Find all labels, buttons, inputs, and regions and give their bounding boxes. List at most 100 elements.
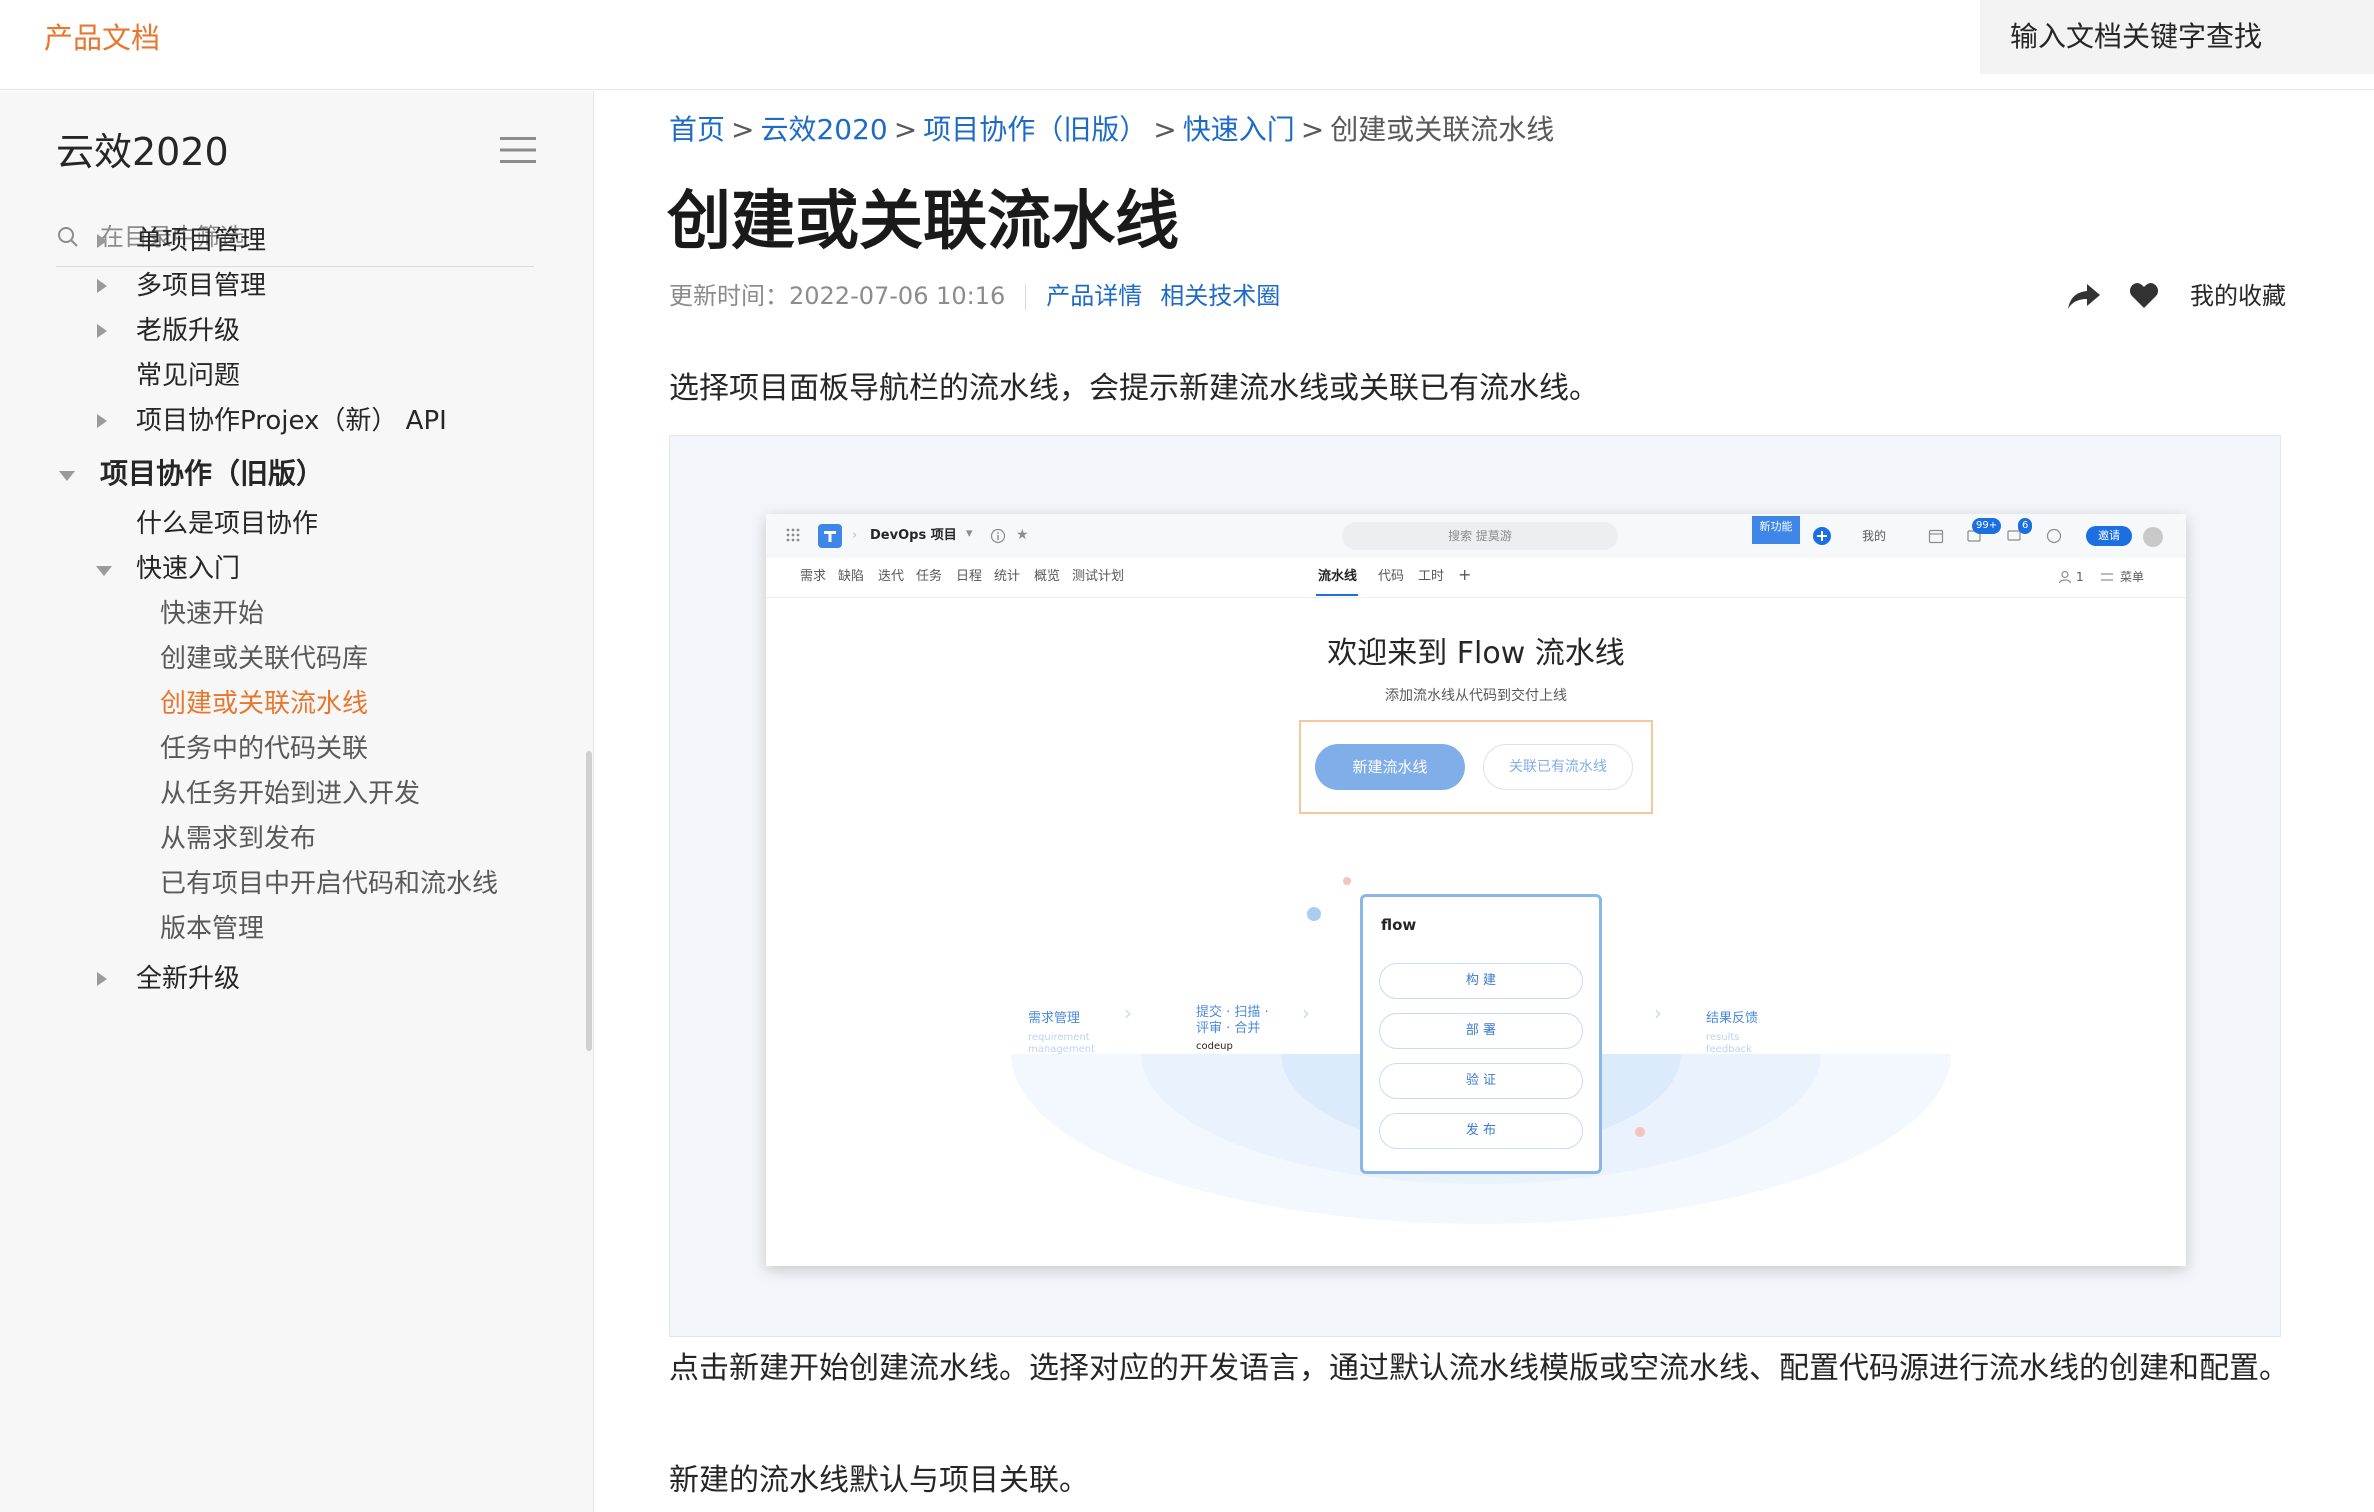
add-tab-icon: + [1458,565,1472,584]
search-icon [58,227,78,247]
breadcrumb-home[interactable]: 首页 [669,113,725,146]
doc-search-input[interactable]: 输入文档关键字查找 [1980,0,2374,74]
sidebar-item-what-is[interactable]: 什么是项目协作 [136,507,318,541]
breadcrumb-project-legacy[interactable]: 项目协作（旧版） [923,113,1147,146]
requirement-label: 需求管理 [1028,1011,1081,1026]
dot-decoration [1343,877,1351,885]
tab-schedule: 日程 [956,569,983,584]
flow-step-verify: 验 证 [1379,1063,1583,1099]
new-pipeline-button: 新建流水线 [1315,744,1465,790]
sidebar-item-enable-code-pipeline[interactable]: 已有项目中开启代码和流水线 [160,867,498,901]
codeup-logo: codeup [1196,1041,1233,1052]
sidebar-item-task-to-dev[interactable]: 从任务开始到进入开发 [160,777,420,811]
flow-logo: flow [1381,916,1417,934]
screenshot-app-window: › DevOps 项目 ▾ ★ 搜索 提莫游 新功能 我的 99+ 6 邀请 需… [766,514,2186,1266]
dot-decoration [1307,907,1321,921]
tab-tasks: 任务 [916,569,943,584]
flow-card: flow 构 建 部 署 验 证 发 布 [1360,894,1602,1174]
new-feature-flag: 新功能 [1752,516,1800,544]
caret-right-icon [97,414,107,428]
chevron-down-icon: ▾ [966,526,973,541]
flow-step-release: 发 布 [1379,1113,1583,1149]
my-favorites-button[interactable]: 我的收藏 [2190,279,2286,313]
help-icon [2046,528,2062,544]
breadcrumb-sep: > [1153,113,1177,146]
dot-decoration [1635,1127,1645,1137]
brand-link[interactable]: 产品文档 [44,20,160,56]
sidebar-scrollbar[interactable] [586,751,592,1051]
project-logo-icon [818,524,842,548]
article-screenshot: › DevOps 项目 ▾ ★ 搜索 提莫游 新功能 我的 99+ 6 邀请 需… [669,435,2281,1337]
sidebar-item-quickstart[interactable]: 快速开始 [160,597,264,631]
active-tab-underline [1316,594,1358,596]
tab-pipeline: 流水线 [1318,569,1358,584]
chevron-right-icon: › [1654,1001,1662,1025]
updated-time: 更新时间：2022-07-06 10:16 [669,282,1006,310]
sidebar-item-req-to-release[interactable]: 从需求到发布 [160,822,316,856]
message-badge: 6 [2018,518,2033,534]
chevron-right-icon: › [1302,1001,1310,1025]
caret-right-icon [97,234,107,248]
breadcrumb-sep: > [731,113,755,146]
sidebar-item-new-upgrade[interactable]: 全新升级 [136,962,240,996]
member-count: 1 [2076,570,2084,584]
caret-right-icon [97,279,107,293]
sidebar-item-version[interactable]: 版本管理 [160,912,264,946]
invite-button: 邀请 [2086,526,2132,546]
sidebar-item-quickstart-group[interactable]: 快速入门 [136,552,240,586]
sidebar-item-task-code[interactable]: 任务中的代码关联 [160,732,368,766]
breadcrumb-current: 创建或关联流水线 [1330,113,1555,146]
flow-step-build: 构 建 [1379,963,1583,999]
add-circle-icon [1813,527,1831,545]
feedback-label-en: results [1706,1032,1740,1043]
menu-label: 菜单 [2120,570,2145,584]
breadcrumb-yunxiao[interactable]: 云效2020 [760,113,887,146]
heart-icon[interactable] [2129,281,2159,309]
screenshot-topbar: › DevOps 项目 ▾ ★ 搜索 提莫游 新功能 我的 99+ 6 邀请 [766,514,2186,558]
sidebar-item-pipeline-active[interactable]: 创建或关联流水线 [160,687,368,721]
product-detail-link[interactable]: 产品详情 [1046,282,1142,310]
page-title: 创建或关联流水线 [667,185,1179,259]
sidebar-item-project-legacy[interactable]: 项目协作（旧版） [100,457,324,491]
star-icon: ★ [1016,527,1029,543]
tab-sprints: 迭代 [878,569,905,584]
tab-requirements: 需求 [800,569,827,584]
sidebar-title: 云效2020 [56,130,229,174]
caret-right-icon [97,972,107,986]
caret-down-icon [96,566,112,576]
tab-code: 代码 [1378,569,1405,584]
caret-right-icon [97,324,107,338]
feedback-label-en: feedback [1706,1044,1752,1055]
settings-sliders-icon [2101,573,2113,581]
article-paragraph: 点击新建开始创建流水线。选择对应的开发语言，通过默认流水线模版或空流水线、配置代… [669,1351,2289,1386]
sidebar-item-projex-api[interactable]: 项目协作Projex（新） API [136,404,447,438]
sidebar-item-upgrade-old[interactable]: 老版升级 [136,314,240,348]
tab-stats: 统计 [994,569,1021,584]
tab-defects: 缺陷 [838,569,865,584]
sidebar-item-single-project[interactable]: 单项目管理 [136,224,266,258]
flow-step-deploy: 部 署 [1379,1013,1583,1049]
breadcrumb-sep: > [893,113,918,146]
screenshot-search: 搜索 提莫游 [1342,522,1618,550]
tab-overview: 概览 [1034,569,1061,584]
share-icon[interactable] [2067,281,2101,311]
sidebar-item-faq[interactable]: 常见问题 [136,359,240,393]
tech-community-link[interactable]: 相关技术圈 [1160,282,1280,310]
breadcrumb-quickstart[interactable]: 快速入门 [1183,113,1295,146]
requirement-label-en: management [1028,1044,1095,1055]
breadcrumb: 首页 > 云效2020 > 项目协作（旧版） > 快速入门 > 创建或关联流水线 [669,111,1554,149]
feedback-label: 结果反馈 [1706,1011,1759,1026]
tab-worktime: 工时 [1418,569,1445,584]
sidebar-item-code-repo[interactable]: 创建或关联代码库 [160,642,368,676]
welcome-title: 欢迎来到 Flow 流水线 [1327,636,1625,671]
breadcrumb-sep: > [1300,113,1325,146]
grid-icon [786,528,800,542]
mine-label: 我的 [1862,529,1887,543]
article-paragraph: 选择项目面板导航栏的流水线，会提示新建流水线或关联已有流水线。 [669,371,1599,406]
hamburger-menu-icon[interactable] [500,135,536,165]
chevron-right-icon: › [1124,1001,1132,1025]
member-icon [2058,570,2072,584]
link-pipeline-button: 关联已有流水线 [1483,744,1633,790]
calendar-icon [1928,529,1944,544]
sidebar-item-multi-project[interactable]: 多项目管理 [136,269,266,303]
